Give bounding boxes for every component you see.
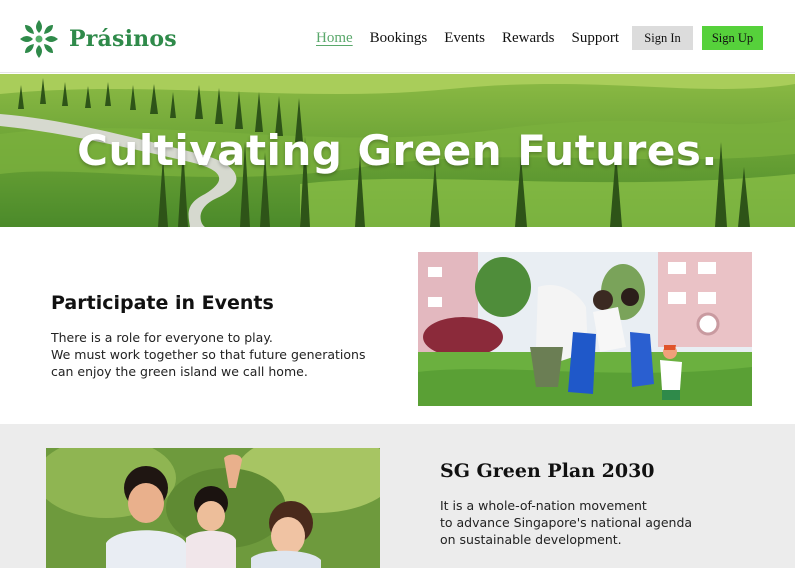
green-plan-description: It is a whole-of-nation movement to adva… xyxy=(440,497,692,548)
main-menu: Home Bookings Events Rewards Support xyxy=(316,30,636,47)
volunteers-cleanup-photo xyxy=(418,252,752,406)
green-plan-line: It is a whole-of-nation movement xyxy=(440,498,647,513)
events-description: There is a role for everyone to play. We… xyxy=(51,329,365,380)
green-plan-title: SG Green Plan 2030 xyxy=(440,460,655,482)
top-navigation-bar: Prásinos Home Bookings Events Rewards Su… xyxy=(0,0,795,73)
brand-logo[interactable]: Prásinos xyxy=(16,16,177,62)
events-line: We must work together so that future gen… xyxy=(51,347,366,362)
sign-up-button[interactable]: Sign Up xyxy=(702,26,763,50)
hero-title: Cultivating Green Futures. xyxy=(77,126,718,175)
brand-name: Prásinos xyxy=(69,26,177,52)
nav-link-bookings[interactable]: Bookings xyxy=(370,30,428,47)
nav-link-rewards[interactable]: Rewards xyxy=(502,30,555,47)
events-line: can enjoy the green island we call home. xyxy=(51,364,308,379)
green-plan-section: SG Green Plan 2030 It is a whole-of-nati… xyxy=(0,424,795,568)
leaf-cluster-icon xyxy=(20,20,58,58)
nav-link-home[interactable]: Home xyxy=(316,30,353,47)
family-outdoors-photo xyxy=(46,448,380,568)
nav-link-support[interactable]: Support xyxy=(572,30,620,47)
events-line: There is a role for everyone to play. xyxy=(51,330,273,345)
green-plan-line: on sustainable development. xyxy=(440,532,622,547)
nav-link-events[interactable]: Events xyxy=(444,30,485,47)
events-section: Participate in Events There is a role fo… xyxy=(0,227,795,424)
events-title: Participate in Events xyxy=(51,292,274,314)
green-plan-line: to advance Singapore's national agenda xyxy=(440,515,693,530)
sign-in-button[interactable]: Sign In xyxy=(632,26,693,50)
hero-banner: Cultivating Green Futures. xyxy=(0,74,795,227)
